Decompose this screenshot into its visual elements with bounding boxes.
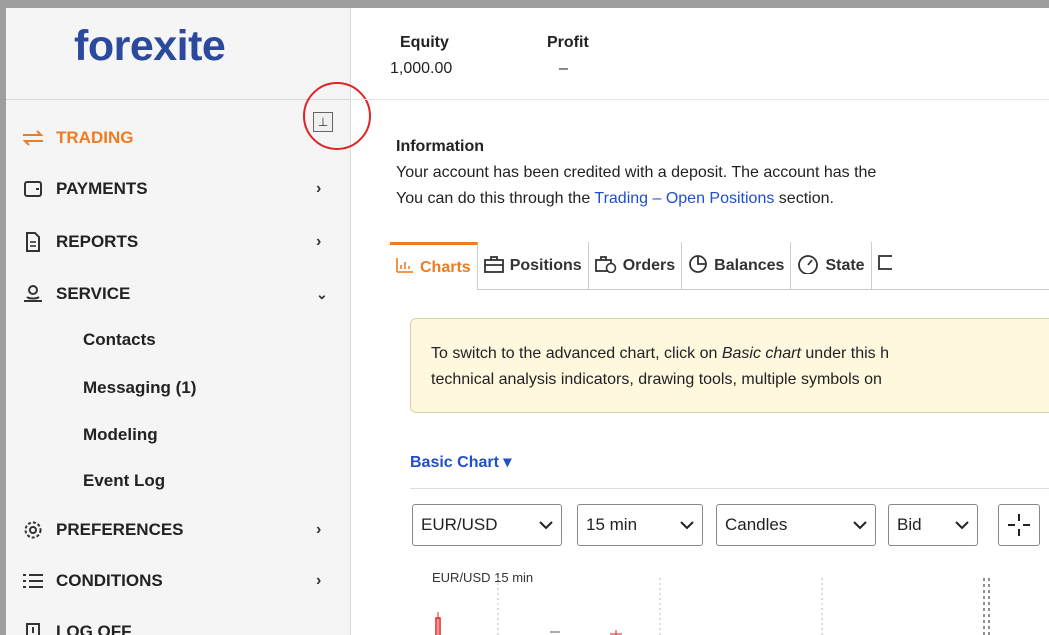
sidebar-item-label: TRADING [56,128,134,147]
sidebar-item-label: PAYMENTS [56,179,148,198]
info-title: Information [396,138,484,155]
price-chart[interactable]: EUR/USD 15 min [410,558,1049,635]
info-text-part: section. [774,190,834,207]
sidebar-item-log-off[interactable]: LOG OFF [20,619,330,635]
briefcase-clock-icon [594,255,617,278]
tab-charts[interactable]: Charts [390,242,478,290]
notice-text-part: To switch to the advanced chart, click o… [431,345,722,362]
chevron-down-icon [853,517,867,533]
logo[interactable]: forexite [74,22,226,71]
tab-bar: Charts Positions Orders Balances State [390,242,1049,290]
chart-type-value: Candles [725,515,788,534]
app-window: forexite ⊥ TRADING PAYMENTS › REPORTS › [6,8,1049,635]
profit-value: – [559,60,568,77]
info-text: Your account has been credited with a de… [396,164,877,181]
sidebar-subitem-event-log[interactable]: Event Log [83,471,165,491]
service-icon [20,284,46,304]
tab-more[interactable] [872,242,904,290]
info-text-part: You can do this through the [396,190,595,207]
equity-value: 1,000.00 [390,60,453,77]
sidebar-item-label: LOG OFF [56,622,132,635]
chevron-right-icon: › [316,521,322,538]
sidebar-item-payments[interactable]: PAYMENTS › [20,176,330,202]
symbol-select[interactable]: EUR/USD [412,504,562,546]
chevron-down-icon [539,517,553,533]
price-type-select[interactable]: Bid [888,504,978,546]
chevron-right-icon: › [316,233,322,250]
swap-arrows-icon [20,128,46,148]
interval-select[interactable]: 15 min [577,504,703,546]
basic-chart-toggle[interactable]: Basic Chart ▾ [410,452,511,472]
tab-label: Orders [622,257,676,274]
notice-emphasis: Basic chart [721,345,801,362]
tab-orders[interactable]: Orders [589,242,683,290]
chevron-right-icon: › [316,180,322,197]
chart-notice: To switch to the advanced chart, click o… [410,318,1049,413]
logo-divider [6,99,351,100]
tab-state[interactable]: State [791,242,872,290]
tab-label: State [825,257,865,274]
sidebar-item-label: CONDITIONS [56,571,163,590]
crosshair-icon [1008,514,1030,536]
sidebar-subitem-modeling[interactable]: Modeling [83,425,158,445]
pie-chart-icon [688,254,708,279]
chevron-down-icon: ⌄ [316,285,328,302]
open-positions-link[interactable]: Trading – Open Positions [594,190,774,207]
sidebar-item-label: PREFERENCES [56,520,184,539]
profit-label: Profit [547,34,589,51]
tab-balances[interactable]: Balances [682,242,792,290]
sidebar-subitem-messaging[interactable]: Messaging (1) [83,378,196,398]
info-text-2: You can do this through the Trading – Op… [396,190,834,208]
sidebar-subitem-contacts[interactable]: Contacts [83,330,156,350]
notice-text-2: technical analysis indicators, drawing t… [431,371,882,388]
sidebar-item-label: REPORTS [56,232,139,251]
price-type-value: Bid [897,515,922,534]
notice-text-part: under this h [800,345,890,362]
sidebar-item-label: SERVICE [56,284,131,303]
briefcase-icon [483,255,504,278]
gear-icon [20,520,46,540]
tab-positions[interactable]: Positions [478,242,589,290]
chart-canvas [435,578,990,635]
chart-divider [410,488,1049,489]
main-content: Equity 1,000.00 Profit – Information You… [352,8,1049,635]
message-icon [877,254,894,278]
chart-type-select[interactable]: Candles [716,504,876,546]
sidebar-item-preferences[interactable]: PREFERENCES › [20,517,330,543]
tab-label: Balances [714,257,785,274]
crosshair-button[interactable] [998,504,1040,546]
chevron-right-icon: › [316,572,322,589]
sidebar-item-trading[interactable]: TRADING [20,125,330,151]
chevron-down-icon [955,517,969,533]
sidebar-item-reports[interactable]: REPORTS › [20,229,330,255]
equity-label: Equity [400,34,449,51]
tab-label: Charts [420,258,471,276]
list-icon [20,571,46,591]
gauge-icon [797,254,819,279]
tab-label: Positions [509,257,582,274]
wallet-icon [20,179,46,199]
symbol-value: EUR/USD [421,515,498,534]
logoff-icon [20,622,46,635]
sidebar: forexite ⊥ TRADING PAYMENTS › REPORTS › [6,8,371,635]
bar-chart-icon [396,257,414,278]
notice-text: To switch to the advanced chart, click o… [431,345,889,363]
document-icon [20,232,46,252]
sidebar-item-conditions[interactable]: CONDITIONS › [20,568,330,594]
interval-value: 15 min [586,515,638,534]
sidebar-item-service[interactable]: SERVICE ⌄ [20,281,330,307]
chevron-down-icon [680,517,694,533]
header-divider [352,99,1049,100]
